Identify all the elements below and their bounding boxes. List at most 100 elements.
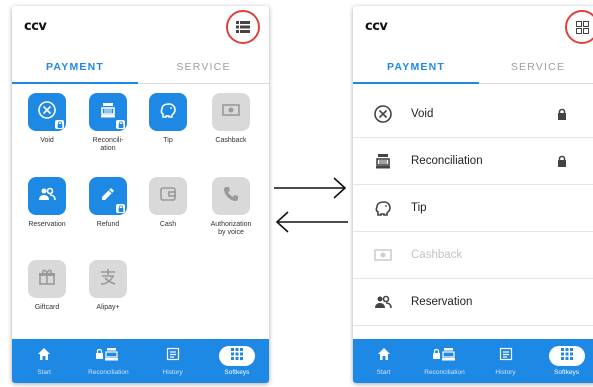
nav-selected-pill <box>218 346 255 366</box>
softkey-tile[interactable]: Alipay+ <box>78 260 138 312</box>
refund-icon <box>98 184 118 209</box>
lock-icon <box>557 154 567 172</box>
softkey-tile-button[interactable] <box>212 177 250 215</box>
home-icon <box>377 347 391 366</box>
softkey-tile[interactable]: Tip <box>138 93 198 145</box>
softkeys-grid-icon <box>230 347 243 365</box>
softkey-tile-label: Alipay+ <box>96 304 120 311</box>
softkey-tile-button[interactable] <box>28 93 66 131</box>
softkey-row[interactable]: Void <box>353 91 593 138</box>
softkey-tile-button[interactable] <box>89 260 127 298</box>
void-icon <box>37 100 57 125</box>
softkey-tile-button[interactable] <box>89 177 127 215</box>
switch-arrows <box>274 177 348 233</box>
softkey-tile[interactable]: Refund <box>78 177 138 229</box>
softkey-tile-button[interactable] <box>149 177 187 215</box>
tab-service[interactable]: SERVICE <box>479 54 593 84</box>
lock-icon <box>116 204 125 213</box>
softkey-row[interactable]: Reconciliation <box>353 138 593 185</box>
softkey-tile-label: Reservation <box>28 221 66 228</box>
nav-item-softkeys[interactable]: Softkeys <box>537 339 593 383</box>
lock-icon <box>55 120 64 129</box>
softkey-tile-button[interactable] <box>89 93 127 131</box>
nav-selected-pill <box>548 346 585 366</box>
nav-item-start[interactable]: Start <box>354 339 414 383</box>
nav-item-reconciliation[interactable]: Reconciliation <box>78 339 138 383</box>
list-view-toggle-button[interactable] <box>226 10 260 44</box>
nav-label: History <box>495 369 516 376</box>
softkey-tile[interactable]: Giftcard <box>17 260 77 312</box>
nav-item-history[interactable]: History <box>476 339 536 383</box>
cash-icon <box>373 245 393 265</box>
softkey-tile[interactable]: Cash <box>138 177 198 229</box>
tab-indicator <box>353 82 479 84</box>
nav-icon-wrap <box>207 345 267 367</box>
softkey-tile-label: Void <box>40 137 54 144</box>
softkey-tile[interactable]: Cashback <box>201 93 261 145</box>
home-icon <box>37 347 51 366</box>
nav-icon-wrap <box>415 345 475 367</box>
history-icon <box>499 347 513 366</box>
tab-bar: PAYMENT SERVICE <box>353 54 593 84</box>
nav-item-reconciliation[interactable]: Reconciliation <box>415 339 475 383</box>
softkey-tile-button[interactable] <box>212 93 250 131</box>
nav-item-softkeys[interactable]: Softkeys <box>207 339 267 383</box>
softkey-row-label: Void <box>411 108 434 120</box>
ccv-logo: ccv <box>24 19 47 34</box>
ccv-logo: ccv <box>365 19 388 34</box>
softkey-tile[interactable]: Authorization by voice <box>201 177 261 237</box>
softkey-row-label: Cashback <box>411 249 463 261</box>
nav-label: Reconciliation <box>88 369 129 376</box>
softkey-tile-button[interactable] <box>28 260 66 298</box>
softkey-row[interactable]: Reservation <box>353 279 593 326</box>
nav-label: Start <box>37 369 51 376</box>
grid-view-screen: ccv PAYMENT SERVICE Void Reconcili- ation… <box>12 6 269 383</box>
nav-label: Softkeys <box>224 369 250 376</box>
nav-icon-wrap <box>354 345 414 367</box>
nav-icon-wrap <box>537 345 593 367</box>
lock-icon <box>557 107 567 125</box>
softkey-tile[interactable]: Reservation <box>17 177 77 229</box>
softkey-tile-button[interactable] <box>149 93 187 131</box>
history-icon <box>166 347 180 366</box>
nav-icon-wrap <box>143 345 203 367</box>
softkey-tile-label: Refund <box>96 221 120 228</box>
nav-icon-wrap <box>14 345 74 367</box>
tab-payment[interactable]: PAYMENT <box>12 54 138 84</box>
softkey-tile[interactable]: Reconcili- ation <box>78 93 138 153</box>
void-icon <box>373 104 393 124</box>
nav-icon-wrap <box>78 345 138 367</box>
bottom-nav: Start Reconciliation History Softkeys <box>12 339 269 383</box>
softkey-row-label: Tip <box>411 202 427 214</box>
piggy-bank-icon <box>373 198 393 218</box>
nav-item-history[interactable]: History <box>143 339 203 383</box>
softkey-row[interactable]: Tip <box>353 185 593 232</box>
softkey-row-label: Reconciliation <box>411 155 483 167</box>
piggy-bank-icon <box>158 100 178 125</box>
alipay-icon <box>98 267 118 292</box>
tab-payment[interactable]: PAYMENT <box>353 54 479 84</box>
softkey-tile-label: Reconcili- ation <box>92 137 124 152</box>
tab-indicator <box>12 82 138 84</box>
tab-service[interactable]: SERVICE <box>138 54 269 84</box>
phone-icon <box>221 184 241 209</box>
softkey-tile[interactable]: Void <box>17 93 77 145</box>
register-icon <box>98 100 118 125</box>
softkey-tile-label: Authorization by voice <box>210 221 252 236</box>
softkeys-grid-icon <box>560 347 573 365</box>
lock-register-icon <box>432 347 458 366</box>
grid-view-icon <box>575 20 589 34</box>
softkey-tile-label: Cashback <box>215 137 247 144</box>
gift-icon <box>37 267 57 292</box>
register-icon <box>373 151 393 171</box>
wallet-icon <box>158 184 178 209</box>
nav-item-start[interactable]: Start <box>14 339 74 383</box>
lock-icon <box>116 120 125 129</box>
grid-view-toggle-button[interactable] <box>565 10 593 44</box>
list-view-icon <box>236 21 250 33</box>
reservation-icon <box>373 292 393 312</box>
softkey-tile-button[interactable] <box>28 177 66 215</box>
bottom-nav: Start Reconciliation History Softkeys <box>353 339 593 383</box>
softkey-row[interactable]: Cashback <box>353 232 593 279</box>
nav-icon-wrap <box>476 345 536 367</box>
